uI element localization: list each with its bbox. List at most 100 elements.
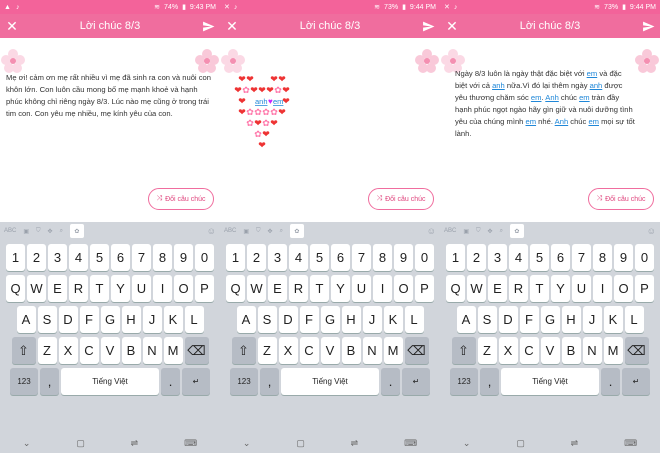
key-n[interactable]: N <box>582 337 602 364</box>
key-i[interactable]: I <box>373 275 392 302</box>
key-2[interactable]: 2 <box>247 244 266 271</box>
key-w[interactable]: W <box>467 275 486 302</box>
send-button[interactable] <box>196 14 220 38</box>
key-z[interactable]: Z <box>37 337 57 364</box>
key-y[interactable]: Y <box>551 275 570 302</box>
keyboard-nav-icon[interactable]: ⌨ <box>624 438 637 449</box>
flower-tab-icon[interactable]: ✿ <box>509 224 524 238</box>
key-3[interactable]: 3 <box>48 244 67 271</box>
recent-nav-icon[interactable]: ⇌ <box>351 438 359 449</box>
home-nav-icon[interactable]: ▢ <box>76 438 85 449</box>
key-h[interactable]: H <box>341 306 361 333</box>
key-4[interactable]: 4 <box>289 244 308 271</box>
key-9[interactable]: 9 <box>394 244 413 271</box>
abc-tab[interactable]: ABC <box>444 228 456 234</box>
key-e[interactable]: E <box>48 275 67 302</box>
key-l[interactable]: L <box>184 306 204 333</box>
key-5[interactable]: 5 <box>530 244 549 271</box>
key-l[interactable]: L <box>404 306 424 333</box>
home-nav-icon[interactable]: ▢ <box>296 438 305 449</box>
key-n[interactable]: N <box>362 337 382 364</box>
sticker-icon[interactable]: ▣ <box>23 228 29 235</box>
shift-key[interactable]: ⇧ <box>11 337 36 364</box>
period-key[interactable]: . <box>601 368 620 395</box>
key-j[interactable]: J <box>362 306 382 333</box>
recent-nav-icon[interactable]: ⇌ <box>131 438 139 449</box>
key-u[interactable]: U <box>132 275 151 302</box>
key-4[interactable]: 4 <box>509 244 528 271</box>
key-e[interactable]: E <box>488 275 507 302</box>
key-c[interactable]: C <box>79 337 99 364</box>
key-a[interactable]: A <box>236 306 256 333</box>
flower-tab-icon[interactable]: ✿ <box>69 224 84 238</box>
key-w[interactable]: W <box>27 275 46 302</box>
back-nav-icon[interactable]: ⌄ <box>243 438 251 449</box>
key-h[interactable]: H <box>561 306 581 333</box>
close-button[interactable]: ✕ <box>0 14 24 38</box>
key-8[interactable]: 8 <box>593 244 612 271</box>
key-5[interactable]: 5 <box>90 244 109 271</box>
space-key[interactable]: Tiếng Việt <box>61 368 159 395</box>
key-v[interactable]: V <box>100 337 120 364</box>
key-p[interactable]: P <box>635 275 654 302</box>
key-m[interactable]: M <box>163 337 183 364</box>
key-t[interactable]: T <box>310 275 329 302</box>
sticker-icon[interactable]: ▣ <box>243 228 249 235</box>
key-3[interactable]: 3 <box>488 244 507 271</box>
abc-tab[interactable]: ABC <box>224 228 236 234</box>
key-v[interactable]: V <box>540 337 560 364</box>
key-e[interactable]: E <box>268 275 287 302</box>
key-z[interactable]: Z <box>477 337 497 364</box>
key-g[interactable]: G <box>320 306 340 333</box>
mode-switch-key[interactable]: 123 <box>10 368 38 395</box>
key-m[interactable]: M <box>383 337 403 364</box>
key-d[interactable]: D <box>278 306 298 333</box>
key-0[interactable]: 0 <box>415 244 434 271</box>
change-message-button[interactable]: ⤨ Đổi câu chúc <box>588 188 654 210</box>
search-icon[interactable]: ⌕ <box>60 228 63 235</box>
key-r[interactable]: R <box>289 275 308 302</box>
key-2[interactable]: 2 <box>27 244 46 271</box>
keyboard-nav-icon[interactable]: ⌨ <box>184 438 197 449</box>
search-icon[interactable]: ⌕ <box>280 228 283 235</box>
key-f[interactable]: F <box>299 306 319 333</box>
send-button[interactable] <box>636 14 660 38</box>
key-d[interactable]: D <box>58 306 78 333</box>
key-3[interactable]: 3 <box>268 244 287 271</box>
key-r[interactable]: R <box>509 275 528 302</box>
key-k[interactable]: K <box>163 306 183 333</box>
key-y[interactable]: Y <box>111 275 130 302</box>
search-icon[interactable]: ⌕ <box>500 228 503 235</box>
key-y[interactable]: Y <box>331 275 350 302</box>
comma-key[interactable]: , <box>260 368 279 395</box>
flower-tab-icon[interactable]: ✿ <box>289 224 304 238</box>
key-f[interactable]: F <box>79 306 99 333</box>
shift-key[interactable]: ⇧ <box>451 337 476 364</box>
key-k[interactable]: K <box>383 306 403 333</box>
enter-key[interactable]: ↵ <box>402 368 430 395</box>
key-9[interactable]: 9 <box>614 244 633 271</box>
key-x[interactable]: X <box>278 337 298 364</box>
key-d[interactable]: D <box>498 306 518 333</box>
key-6[interactable]: 6 <box>111 244 130 271</box>
back-nav-icon[interactable]: ⌄ <box>23 438 31 449</box>
recent-nav-icon[interactable]: ⇌ <box>571 438 579 449</box>
key-l[interactable]: L <box>624 306 644 333</box>
key-b[interactable]: B <box>561 337 581 364</box>
key-i[interactable]: I <box>593 275 612 302</box>
emoji-icon[interactable]: ☺ <box>427 226 436 236</box>
key-c[interactable]: C <box>519 337 539 364</box>
key-b[interactable]: B <box>341 337 361 364</box>
period-key[interactable]: . <box>161 368 180 395</box>
space-key[interactable]: Tiếng Việt <box>501 368 599 395</box>
key-7[interactable]: 7 <box>132 244 151 271</box>
key-0[interactable]: 0 <box>635 244 654 271</box>
back-nav-icon[interactable]: ⌄ <box>463 438 471 449</box>
emoji-icon[interactable]: ☺ <box>207 226 216 236</box>
move-icon[interactable]: ✥ <box>488 228 493 235</box>
key-u[interactable]: U <box>572 275 591 302</box>
key-x[interactable]: X <box>498 337 518 364</box>
key-7[interactable]: 7 <box>572 244 591 271</box>
key-7[interactable]: 7 <box>352 244 371 271</box>
key-4[interactable]: 4 <box>69 244 88 271</box>
